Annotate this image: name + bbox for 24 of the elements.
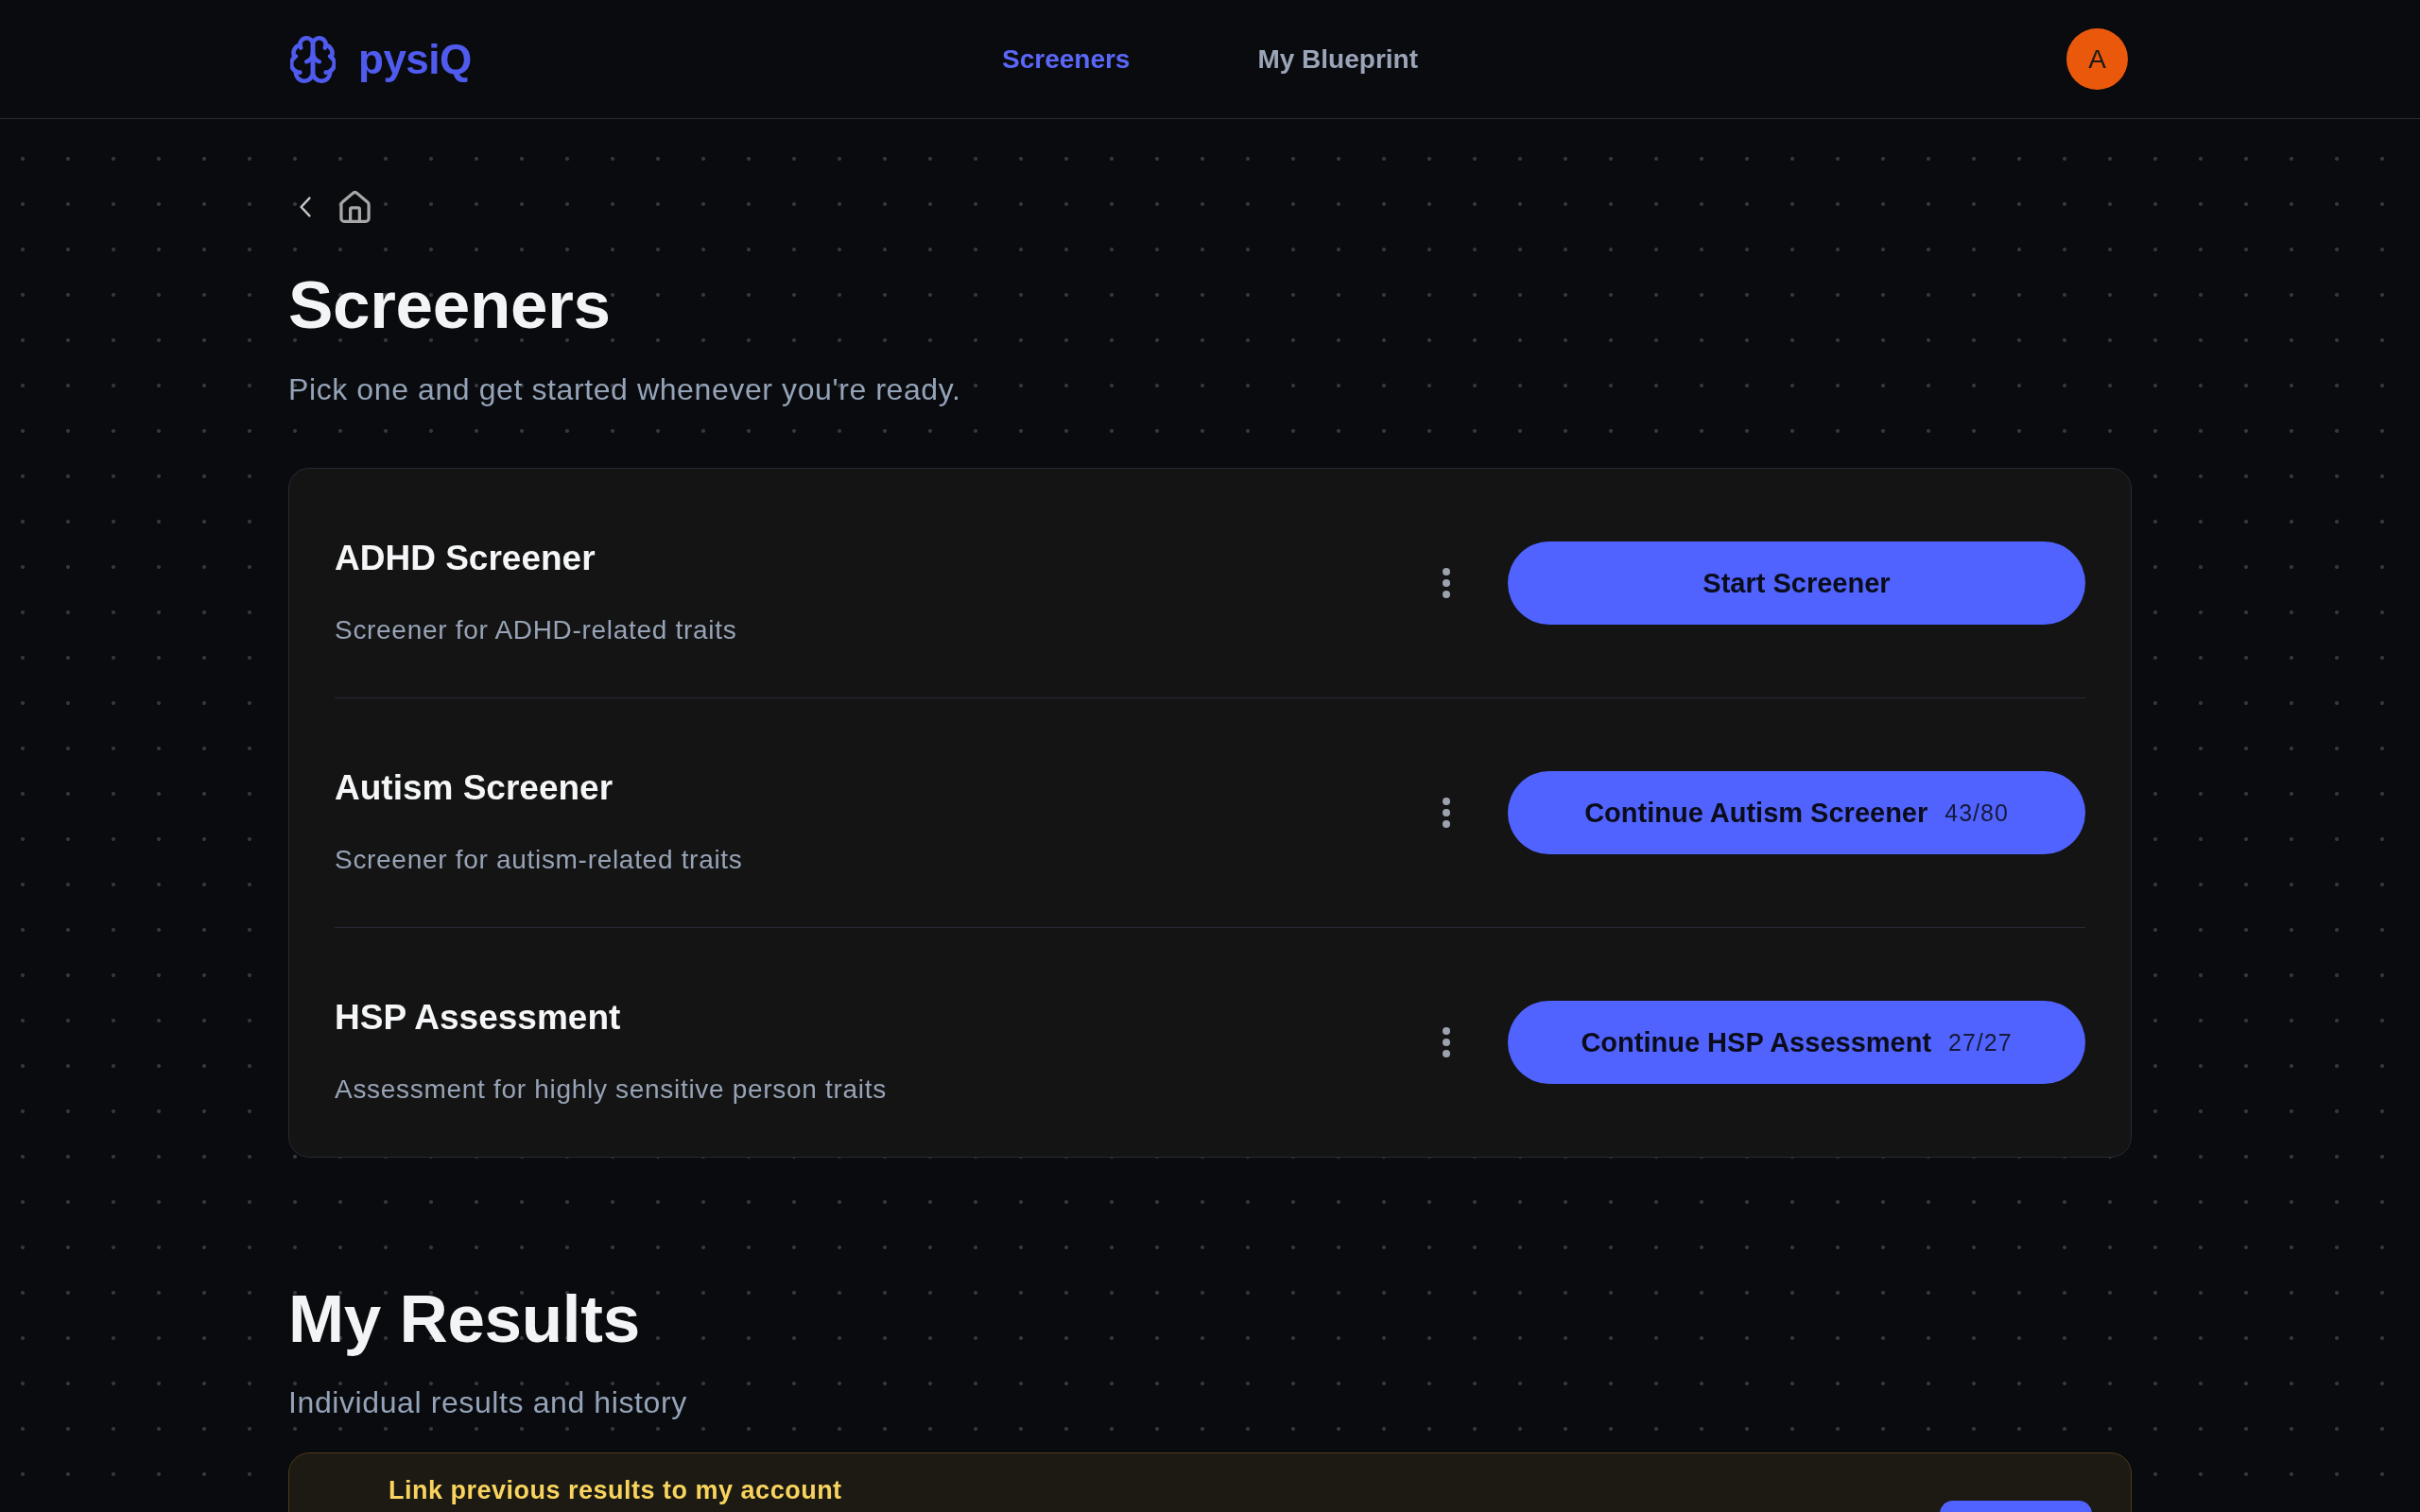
- screener-title: Autism Screener: [335, 766, 614, 809]
- avatar-button[interactable]: A: [2066, 28, 2128, 90]
- nav-tab[interactable]: Screeners: [1002, 42, 1131, 77]
- vertical-dots-icon[interactable]: [1442, 797, 1451, 829]
- screener-description: Assessment for highly sensitive person traits: [335, 1073, 888, 1106]
- screener-button[interactable]: Start Screener: [1508, 541, 2085, 625]
- nav-tab[interactable]: My Blueprint: [1257, 42, 1418, 77]
- section-subtitle: Individual results and history: [288, 1384, 688, 1421]
- screener-button[interactable]: Continue HSP Assessment 27/27: [1508, 1001, 2085, 1084]
- logo-link[interactable]: pysiQ: [290, 35, 472, 83]
- chevron-left-icon[interactable]: [299, 197, 312, 217]
- page-title: Screeners: [288, 266, 612, 344]
- section-title: My Results: [288, 1280, 641, 1358]
- screener-title: ADHD Screener: [335, 537, 596, 579]
- page-subtitle: Pick one and get started whenever you're ready.: [288, 371, 962, 408]
- screener-button[interactable]: Continue Autism Screener 43/80: [1508, 771, 2085, 854]
- screener-description: Screener for ADHD-related traits: [335, 613, 738, 646]
- screener-description: Screener for autism-related traits: [335, 843, 744, 876]
- banner-text: Link previous results to my account: [389, 1475, 842, 1506]
- brain-icon: [290, 35, 336, 83]
- vertical-dots-icon[interactable]: [1442, 567, 1451, 599]
- screener-title: HSP Assessment: [335, 996, 622, 1039]
- home-icon[interactable]: [338, 191, 372, 223]
- vertical-dots-icon[interactable]: [1442, 1026, 1451, 1058]
